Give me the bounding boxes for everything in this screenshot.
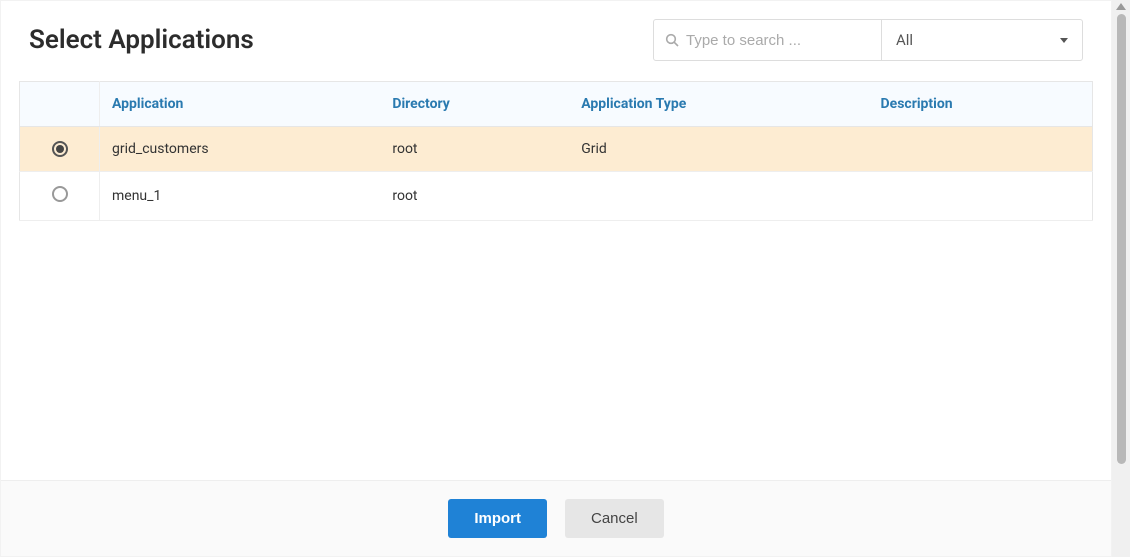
column-app-type[interactable]: Application Type	[569, 82, 868, 127]
column-application[interactable]: Application	[100, 82, 381, 127]
search-box	[654, 20, 882, 60]
table-header-row: Application Directory Application Type D…	[20, 82, 1093, 127]
column-directory[interactable]: Directory	[380, 82, 569, 127]
filter-dropdown[interactable]: All	[882, 20, 1082, 60]
cell-app-type	[569, 172, 868, 221]
select-applications-dialog: Select Applications All Application D	[0, 0, 1112, 557]
cell-application: grid_customers	[100, 127, 381, 172]
column-description[interactable]: Description	[869, 82, 1093, 127]
cell-description	[869, 172, 1093, 221]
cell-directory: root	[380, 172, 569, 221]
scrollbar-thumb[interactable]	[1117, 14, 1126, 464]
applications-table: Application Directory Application Type D…	[19, 81, 1093, 221]
cell-application: menu_1	[100, 172, 381, 221]
vertical-scrollbar[interactable]	[1112, 0, 1130, 557]
dialog-header: Select Applications All	[1, 1, 1111, 81]
table-row[interactable]: menu_1 root	[20, 172, 1093, 221]
search-filter-group: All	[653, 19, 1083, 61]
dialog-content: Application Directory Application Type D…	[1, 81, 1111, 480]
scroll-up-arrow-icon[interactable]	[1116, 3, 1126, 10]
dialog-footer: Import Cancel	[1, 480, 1111, 556]
row-radio[interactable]	[52, 186, 68, 202]
search-input[interactable]	[680, 24, 871, 57]
import-button[interactable]: Import	[448, 499, 547, 538]
filter-selected-label: All	[896, 31, 913, 49]
cell-app-type: Grid	[569, 127, 868, 172]
dialog-title: Select Applications	[29, 25, 254, 55]
search-icon	[664, 32, 680, 48]
cancel-button[interactable]: Cancel	[565, 499, 664, 538]
table-row[interactable]: grid_customers root Grid	[20, 127, 1093, 172]
column-select	[20, 82, 100, 127]
cell-description	[869, 127, 1093, 172]
chevron-down-icon	[1060, 38, 1068, 43]
row-radio[interactable]	[52, 141, 68, 157]
cell-directory: root	[380, 127, 569, 172]
